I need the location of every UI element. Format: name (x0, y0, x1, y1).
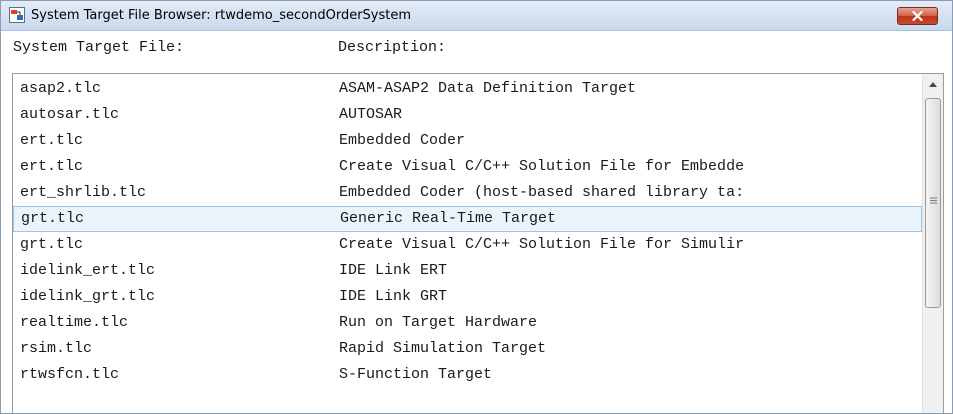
target-file-name: asap2.tlc (20, 80, 102, 97)
target-file-name: grt.tlc (21, 210, 85, 227)
target-file-name: ert.tlc (20, 158, 84, 175)
scroll-up-arrow-icon (929, 82, 937, 87)
target-description: S-Function Target (339, 366, 493, 383)
column-header-description: Description: (338, 39, 447, 56)
list-item[interactable]: ert_shrlib.tlc Embedded Coder (host-base… (13, 180, 922, 206)
target-file-name: idelink_grt.tlc (20, 288, 156, 305)
target-description: Run on Target Hardware (339, 314, 538, 331)
list-item[interactable]: ert.tlc Embedded Coder (13, 128, 922, 154)
list-item[interactable]: ert.tlc Create Visual C/C++ Solution Fil… (13, 154, 922, 180)
list-item[interactable]: rtwsfcn.tlc S-Function Target (13, 362, 922, 388)
vertical-scrollbar[interactable] (922, 74, 943, 413)
target-file-name: autosar.tlc (20, 106, 120, 123)
list-item[interactable]: rsim.tlc Rapid Simulation Target (13, 336, 922, 362)
close-button[interactable] (897, 7, 938, 25)
target-file-name: ert_shrlib.tlc (20, 184, 147, 201)
target-file-name: grt.tlc (20, 236, 84, 253)
target-description: ASAM-ASAP2 Data Definition Target (339, 80, 637, 97)
scroll-thumb[interactable] (925, 98, 941, 308)
target-file-name: realtime.tlc (20, 314, 129, 331)
target-description: IDE Link ERT (339, 262, 448, 279)
target-description: AUTOSAR (339, 106, 403, 123)
column-header-system-target-file: System Target File: (13, 39, 185, 56)
list-item-selected[interactable]: grt.tlc Generic Real-Time Target (13, 206, 922, 232)
target-description: Embedded Coder (host-based shared librar… (339, 184, 745, 201)
system-target-file-browser-window: System Target File Browser: rtwdemo_seco… (0, 0, 953, 414)
target-description: Rapid Simulation Target (339, 340, 547, 357)
list-item[interactable]: realtime.tlc Run on Target Hardware (13, 310, 922, 336)
target-file-name: rtwsfcn.tlc (20, 366, 120, 383)
target-description: Create Visual C/C++ Solution File for Si… (339, 236, 745, 253)
target-file-name: rsim.tlc (20, 340, 93, 357)
target-file-name: idelink_ert.tlc (20, 262, 156, 279)
list-item[interactable]: asap2.tlc ASAM-ASAP2 Data Definition Tar… (13, 76, 922, 102)
list-item[interactable]: grt.tlc Create Visual C/C++ Solution Fil… (13, 232, 922, 258)
list-item[interactable]: idelink_grt.tlc IDE Link GRT (13, 284, 922, 310)
list-item[interactable]: autosar.tlc AUTOSAR (13, 102, 922, 128)
scroll-grip-icon (930, 197, 937, 204)
window-title: System Target File Browser: rtwdemo_seco… (31, 8, 412, 23)
simulink-app-icon (9, 7, 25, 23)
target-description: IDE Link GRT (339, 288, 448, 305)
scroll-up-button[interactable] (923, 74, 943, 94)
target-file-name: ert.tlc (20, 132, 84, 149)
close-icon (912, 11, 923, 21)
target-file-list[interactable]: asap2.tlc ASAM-ASAP2 Data Definition Tar… (12, 73, 944, 413)
target-description: Embedded Coder (339, 132, 466, 149)
target-description: Create Visual C/C++ Solution File for Em… (339, 158, 745, 175)
target-description: Generic Real-Time Target (340, 210, 557, 227)
title-bar[interactable]: System Target File Browser: rtwdemo_seco… (1, 1, 952, 31)
column-header-row: System Target File: Description: (1, 31, 952, 65)
target-file-rows: asap2.tlc ASAM-ASAP2 Data Definition Tar… (13, 76, 922, 388)
list-item[interactable]: idelink_ert.tlc IDE Link ERT (13, 258, 922, 284)
